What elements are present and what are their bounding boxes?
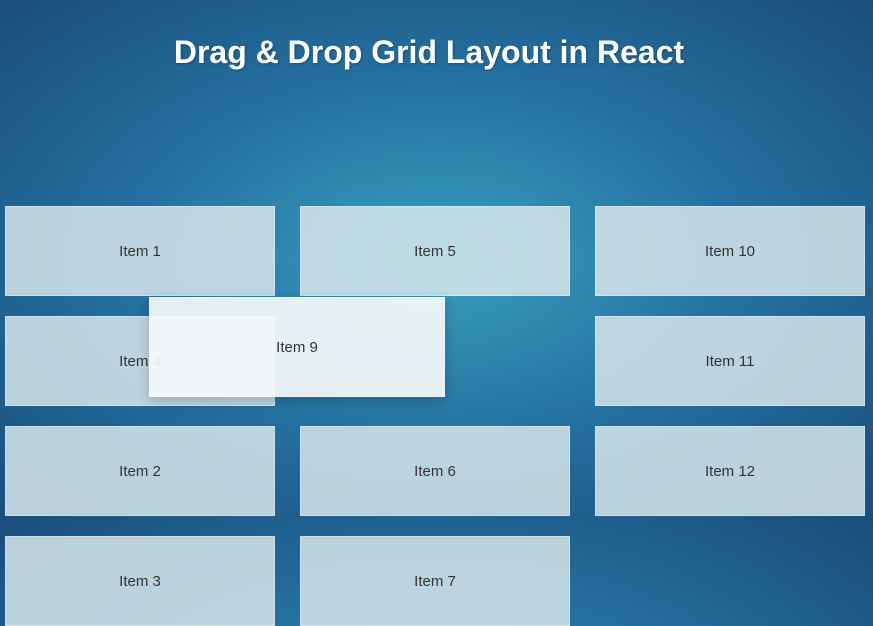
grid-item-label: Item 5 <box>414 243 456 260</box>
grid-item-label: Item 2 <box>119 463 161 480</box>
grid-item-dragging[interactable]: Item 9 <box>149 297 445 397</box>
grid-item-label: Item 1 <box>119 243 161 260</box>
grid-item[interactable]: Item 3 <box>5 536 275 626</box>
page-title: Drag & Drop Grid Layout in React <box>0 0 873 91</box>
grid-item-label: Item 12 <box>705 463 755 480</box>
grid-item[interactable]: Item 10 <box>595 206 865 296</box>
grid-item[interactable]: Item 2 <box>5 426 275 516</box>
grid-item-label: Item 6 <box>414 463 456 480</box>
grid-item-label: Item 11 <box>706 353 755 370</box>
grid-item[interactable]: Item 12 <box>595 426 865 516</box>
grid-item[interactable]: Item 7 <box>300 536 570 626</box>
grid-item[interactable]: Item 1 <box>5 206 275 296</box>
grid-item[interactable]: Item 11 <box>595 316 865 406</box>
grid-item-label: Item 7 <box>414 573 456 590</box>
grid-item-label: Item 3 <box>119 573 161 590</box>
grid-item-label: Item 9 <box>276 339 318 356</box>
grid-item-label: Item 10 <box>705 243 755 260</box>
grid-item[interactable]: Item 5 <box>300 206 570 296</box>
grid-item[interactable]: Item 6 <box>300 426 570 516</box>
